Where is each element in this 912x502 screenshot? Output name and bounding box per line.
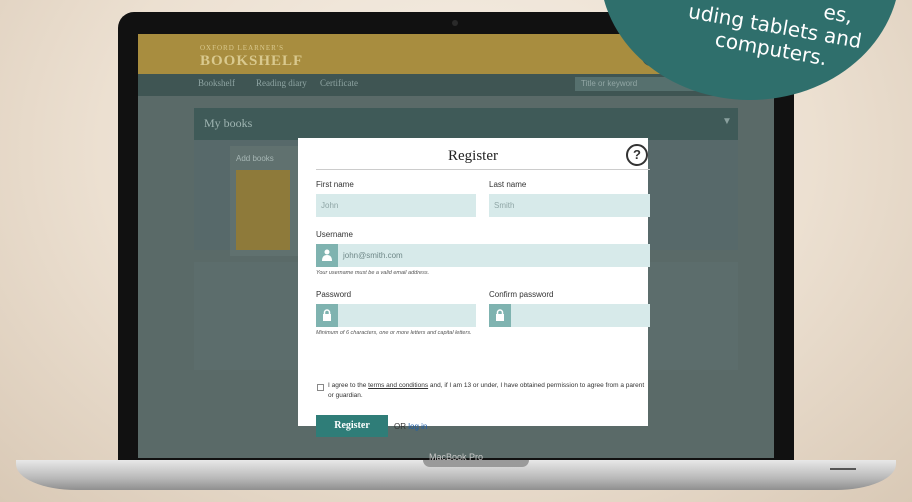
confirm-password-field[interactable]	[511, 304, 650, 327]
lock-icon	[489, 304, 511, 327]
laptop-base	[16, 460, 896, 490]
app-logo: OXFORD LEARNER'S BOOKSHELF	[200, 44, 303, 70]
laptop-notch	[423, 460, 529, 467]
logo-small-text: OXFORD LEARNER'S	[200, 44, 284, 52]
help-icon[interactable]: ?	[626, 144, 648, 166]
or-login: OR log in	[394, 422, 427, 431]
username-label: Username	[316, 230, 353, 239]
nav-tab-bookshelf[interactable]: Bookshelf	[198, 78, 235, 88]
add-books-label: Add books	[236, 154, 274, 163]
base-indicator	[830, 468, 856, 470]
nav-tab-certificate[interactable]: Certificate	[320, 78, 358, 88]
terms-link[interactable]: terms and conditions	[368, 382, 428, 389]
last-name-label: Last name	[489, 180, 527, 189]
logo-big-text: BOOKSHELF	[200, 53, 304, 69]
last-name-field[interactable]: Smith	[489, 194, 650, 217]
password-field[interactable]	[338, 304, 476, 327]
username-field[interactable]: john@smith.com	[338, 244, 650, 267]
modal-divider	[316, 169, 650, 170]
confirm-password-label: Confirm password	[489, 290, 554, 299]
first-name-label: First name	[316, 180, 354, 189]
chevron-down-icon[interactable]: ▼	[722, 116, 732, 127]
nav-tab-reading-diary[interactable]: Reading diary	[256, 78, 307, 88]
app-screen: OXFORD LEARNER'S BOOKSHELF Bookshelf Rea…	[138, 34, 774, 458]
agree-prefix: I agree to the	[328, 382, 369, 389]
register-button[interactable]: Register	[316, 415, 388, 437]
password-label: Password	[316, 290, 352, 299]
agree-text: I agree to the terms and conditions and,…	[328, 381, 648, 401]
or-text: OR	[394, 422, 409, 431]
modal-title: Register	[448, 148, 498, 164]
register-modal: Register ? First name John Last name Smi…	[298, 138, 650, 437]
mybooks-bar[interactable]	[194, 108, 738, 140]
login-link[interactable]: log in	[408, 422, 427, 431]
first-name-field[interactable]: John	[316, 194, 476, 217]
add-books-tile[interactable]	[236, 170, 290, 250]
lock-icon	[316, 304, 338, 327]
agree-checkbox[interactable]	[317, 384, 324, 391]
camera-dot	[452, 20, 458, 26]
username-hint: Your username must be a valid email addr…	[316, 270, 430, 276]
user-icon	[316, 244, 338, 267]
password-hint: Minimum of 6 characters, one or more let…	[316, 330, 472, 336]
mybooks-title: My books	[204, 116, 253, 130]
